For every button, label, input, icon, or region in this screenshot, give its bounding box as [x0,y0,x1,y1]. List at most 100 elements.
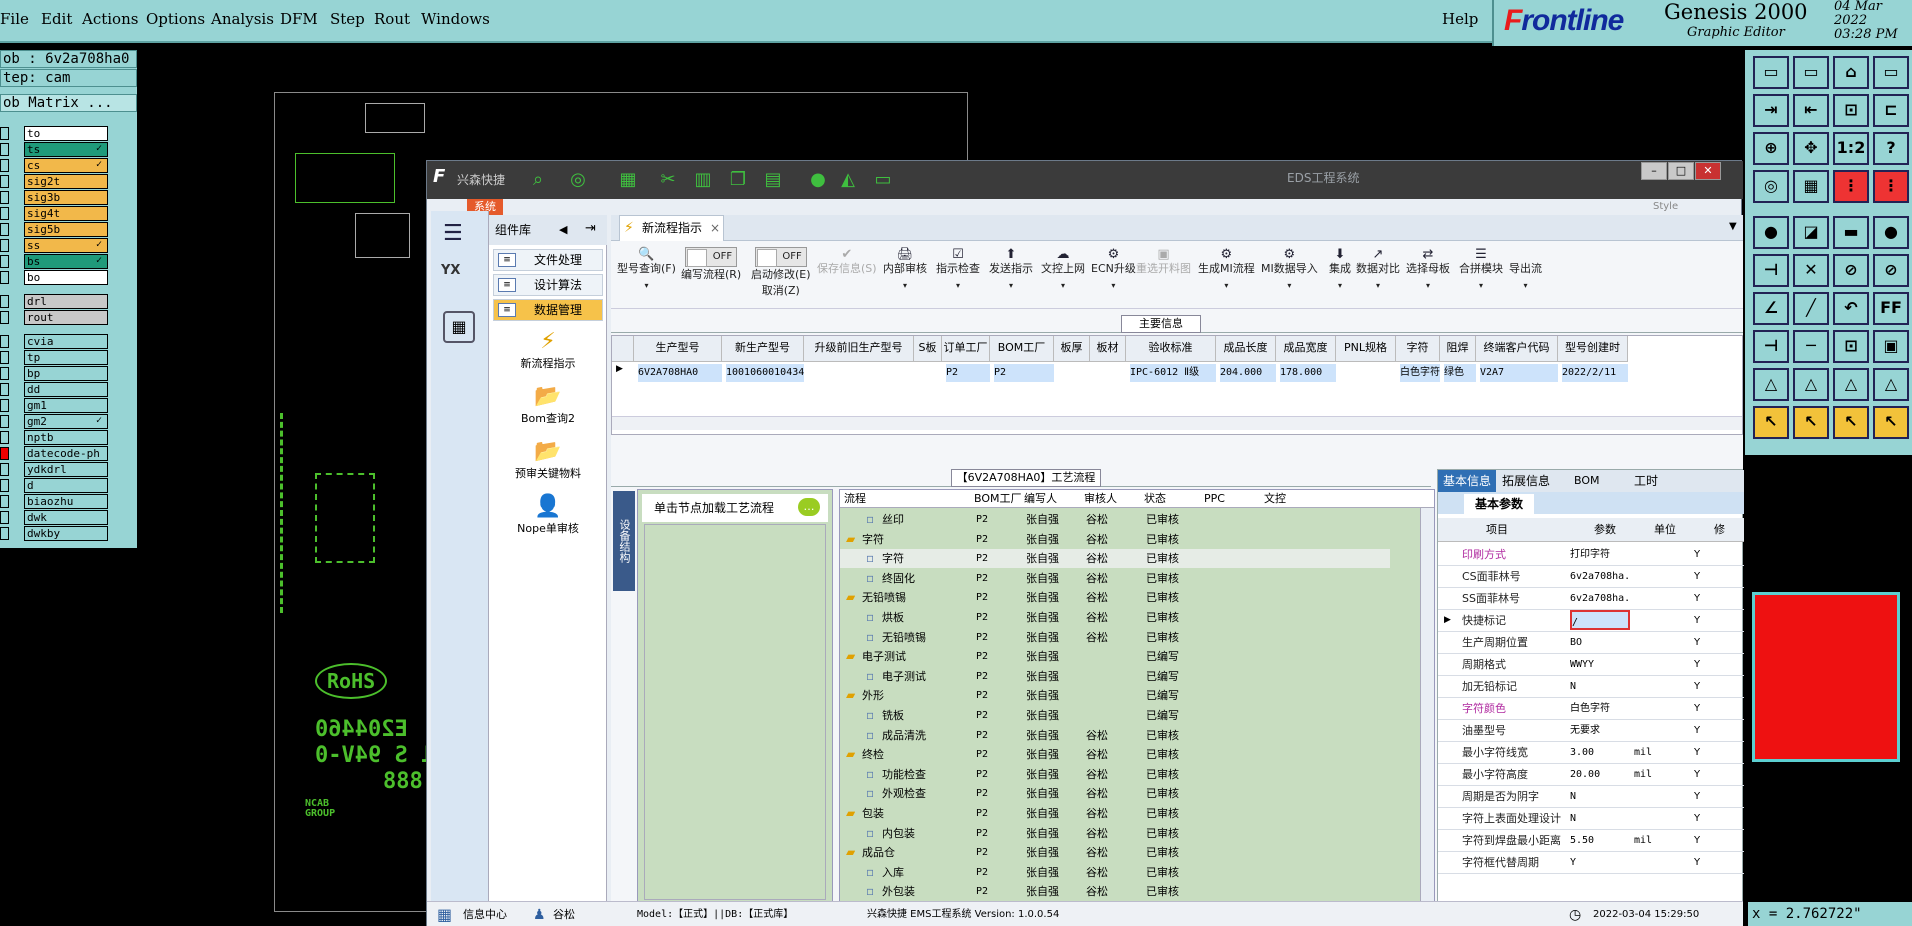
select-c-icon[interactable]: ↖ [1833,406,1869,439]
chart-icon[interactable]: ◭ [837,169,859,191]
flow-row[interactable]: ▰ 电子测试 P2 张自强 已编写 [840,647,1390,666]
table-cell[interactable]: 白色字符 [1400,364,1440,382]
box-icon[interactable]: ▣ [1873,330,1909,363]
save-icon[interactable]: ▭ [1753,56,1789,89]
param-row[interactable]: 最小字符高度 20.00 mil Y [1438,764,1744,786]
flow-row[interactable]: ▰ 字符 P2 张自强 谷松 已审核 [840,530,1390,549]
param-row[interactable]: 字符颜色 白色字符 Y [1438,698,1744,720]
column-header[interactable]: 生产型号 [634,336,722,362]
param-value[interactable]: N [1570,786,1630,807]
layer-name[interactable]: gm1 [24,398,108,413]
layer-row[interactable]: ts ✓ [0,142,110,157]
param-value[interactable]: WWYY [1570,654,1630,675]
snap-icon[interactable]: ◎ [1753,170,1789,203]
layer-row[interactable]: dwk [0,510,110,525]
layer-toggle[interactable] [0,351,9,364]
param-value[interactable]: 20.00 [1570,764,1630,785]
tab-basic-info[interactable]: 基本信息 [1438,470,1496,492]
copy-icon[interactable]: ❐ [727,169,749,191]
line-icon[interactable]: ▬ [1833,216,1869,249]
column-header[interactable]: PNL规格 [1336,336,1396,362]
layer-name[interactable]: sig3b [24,190,108,205]
mirror-icon[interactable]: ⊣ [1753,254,1789,287]
layer-name[interactable]: sig4t [24,206,108,221]
flow-column-header[interactable]: 状态 [1144,490,1204,508]
tri-a-icon[interactable]: △ [1753,368,1789,401]
layer-row[interactable]: d [0,478,110,493]
trim-icon[interactable]: ⊣ [1753,330,1789,363]
lib-tool[interactable]: 📂 预审关键物料 [489,439,607,489]
side-tab-equipment[interactable]: 设备结构 [613,491,635,591]
flow-row[interactable]: ▫ 铣板 P2 张自强 已编写 [840,706,1390,725]
param-row[interactable]: 生产周期位置 BO Y [1438,632,1744,654]
toolbar-button[interactable]: ⬇ 集成 ▾ [1329,247,1351,294]
flow-row[interactable]: ▰ 终检 P2 张自强 谷松 已审核 [840,745,1390,764]
lib-tool[interactable]: ⚡ 新流程指示 [489,329,607,379]
hamburger-icon[interactable]: ☰ [443,221,463,246]
layer-toggle[interactable] [0,175,9,188]
layer-row[interactable]: biaozhu [0,494,110,509]
column-header[interactable]: 新生产型号 [722,336,804,362]
flow-row[interactable]: ▫ 内包装 P2 张自强 谷松 已审核 [840,824,1390,843]
panel-icon[interactable]: ▭ [1873,56,1909,89]
param-row[interactable]: 印刷方式 打印字符 Y [1438,544,1744,566]
toolbar-button[interactable]: ☑ 指示检查 ▾ [936,247,980,294]
table-cell[interactable]: 178.000 [1280,364,1336,382]
layer-toggle[interactable] [0,495,9,508]
column-header[interactable]: 型号创建时 [1558,336,1628,362]
minimize-button[interactable]: – [1641,162,1667,180]
export-icon[interactable]: ⇤ [1793,94,1829,127]
hline-icon[interactable]: ─ [1793,330,1829,363]
layer-name[interactable]: sig2t [24,174,108,189]
menu-rout[interactable]: Rout [374,10,410,28]
table-icon[interactable]: ▦ [617,169,639,191]
menu-step[interactable]: Step [330,10,365,28]
tri-c-icon[interactable]: △ [1833,368,1869,401]
column-header[interactable]: 板材 [1090,336,1126,362]
layer-toggle[interactable] [0,127,9,140]
close-button[interactable]: ✕ [1695,162,1721,180]
param-value[interactable]: 白色字符 [1570,698,1630,719]
layer-row[interactable]: drl [0,294,110,309]
yx-module-icon[interactable]: YX [441,263,477,299]
undo-icon[interactable]: ↶ [1833,292,1869,325]
layer-name[interactable]: drl [24,294,108,309]
tri-b-icon[interactable]: △ [1793,368,1829,401]
layer-row[interactable]: ydkdrl [0,462,110,477]
layer-name[interactable]: tp [24,350,108,365]
table-cell[interactable]: 10010600104340 [726,364,804,382]
toggle-switch[interactable]: OFF [685,247,738,267]
layer-name[interactable]: cvia [24,334,108,349]
toolbar-button[interactable]: 🖨 内部审核 ▾ [883,247,927,294]
flow-row[interactable]: ▫ 外包装 P2 张自强 谷松 已审核 [840,882,1390,901]
lib-tool[interactable]: 👤 Nope单审核 [489,494,607,544]
rotate2-icon[interactable]: ⊘ [1873,254,1909,287]
toolbar-button[interactable]: ☁ 文控上网 ▾ [1041,247,1085,294]
layer-row[interactable]: sig2t [0,174,110,189]
column-header[interactable]: 验收标准 [1126,336,1216,362]
layer-name[interactable]: sig5b [24,222,108,237]
layer-a-icon[interactable]: ⋮ [1833,170,1869,203]
flow-row[interactable]: ▰ 外形 P2 张自强 已编写 [840,686,1390,705]
flow-row[interactable]: ▫ 终固化 P2 张自强 谷松 已审核 [840,569,1390,588]
monitor-icon[interactable]: ▭ [872,169,894,191]
layer-toggle[interactable] [0,431,9,444]
param-row[interactable]: 快捷标记 / Y ▶ [1438,610,1744,632]
layer-toggle[interactable] [0,367,9,380]
toggle-switch[interactable]: OFF [754,247,807,267]
tri-d-icon[interactable]: △ [1873,368,1909,401]
flow-row[interactable]: ▰ 包装 P2 张自强 谷松 已审核 [840,804,1390,823]
param-value[interactable]: 6v2a708ha... [1570,588,1630,609]
param-row[interactable]: 周期是否为阴字 N Y [1438,786,1744,808]
film-icon[interactable]: ▥ [692,169,714,191]
column-header[interactable]: 板厚 [1054,336,1090,362]
layer-toggle[interactable] [0,415,9,428]
param-value[interactable]: 5.50 [1570,830,1630,851]
pin-icon[interactable]: ⇥ [585,221,596,236]
select-d-icon[interactable]: ↖ [1873,406,1909,439]
column-header[interactable]: 成品长度 [1216,336,1276,362]
menu-help[interactable]: Help [1442,10,1478,28]
column-header[interactable]: 字符 [1396,336,1440,362]
zoom-icon[interactable]: ⊕ [1753,132,1789,165]
param-value[interactable]: 6v2a708ha... [1570,566,1630,587]
